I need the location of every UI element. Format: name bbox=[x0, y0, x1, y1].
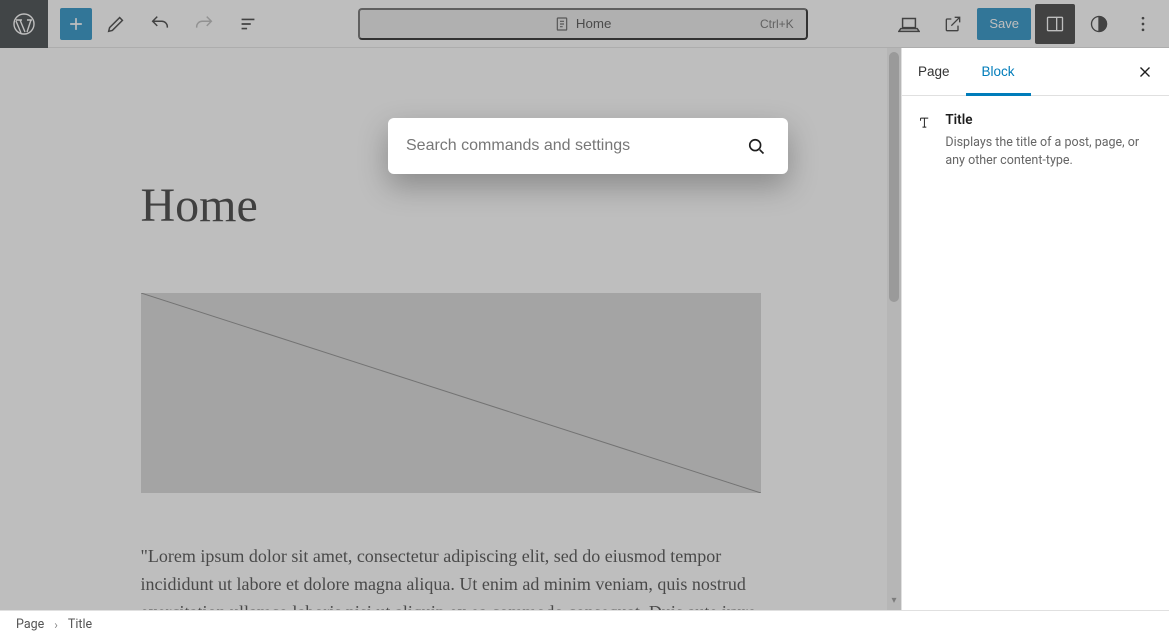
toolbar-center: Home Ctrl+K bbox=[276, 8, 889, 40]
sidebar-body: Title Displays the title of a post, page… bbox=[902, 96, 1169, 184]
sidebar-icon bbox=[1045, 14, 1065, 34]
redo-button[interactable] bbox=[184, 4, 224, 44]
external-link-icon bbox=[943, 14, 963, 34]
view-button[interactable] bbox=[889, 4, 929, 44]
contrast-icon bbox=[1089, 14, 1109, 34]
settings-sidebar-toggle[interactable] bbox=[1035, 4, 1075, 44]
document-bar[interactable]: Home Ctrl+K bbox=[358, 8, 808, 40]
redo-icon bbox=[193, 13, 215, 35]
top-toolbar: Home Ctrl+K Save bbox=[0, 0, 1169, 48]
tab-page[interactable]: Page bbox=[902, 48, 966, 95]
image-placeholder-block[interactable] bbox=[141, 293, 761, 493]
scrollbar-thumb[interactable] bbox=[889, 52, 899, 302]
sidebar-tabs: Page Block bbox=[902, 48, 1169, 96]
list-view-icon bbox=[237, 13, 259, 35]
toolbar-right: Save bbox=[889, 4, 1169, 44]
pencil-icon bbox=[105, 13, 127, 35]
undo-icon bbox=[149, 13, 171, 35]
document-title: Home bbox=[576, 16, 612, 31]
tab-block[interactable]: Block bbox=[966, 48, 1031, 95]
search-icon bbox=[746, 136, 766, 156]
save-button[interactable]: Save bbox=[977, 8, 1031, 40]
vertical-scrollbar[interactable]: ▾ bbox=[887, 48, 901, 610]
block-description: Displays the title of a post, page, or a… bbox=[945, 134, 1153, 170]
breadcrumb: Page › Title bbox=[0, 610, 1169, 638]
toolbar-left bbox=[0, 0, 276, 48]
shortcut-hint: Ctrl+K bbox=[760, 17, 794, 31]
device-icon bbox=[898, 13, 920, 35]
undo-button[interactable] bbox=[140, 4, 180, 44]
wordpress-logo-button[interactable] bbox=[0, 0, 48, 48]
wordpress-icon bbox=[12, 12, 36, 36]
command-palette bbox=[388, 118, 788, 174]
close-sidebar-button[interactable] bbox=[1125, 52, 1165, 92]
edit-tools-button[interactable] bbox=[96, 4, 136, 44]
more-options-button[interactable] bbox=[1123, 4, 1163, 44]
block-title: Title bbox=[945, 112, 1153, 128]
add-block-button[interactable] bbox=[60, 8, 92, 40]
breadcrumb-root[interactable]: Page bbox=[16, 617, 44, 632]
command-palette-search-button[interactable] bbox=[742, 132, 770, 160]
plus-icon bbox=[66, 14, 86, 34]
breadcrumb-current[interactable]: Title bbox=[68, 617, 92, 632]
chevron-right-icon: › bbox=[54, 618, 58, 632]
styles-button[interactable] bbox=[1079, 4, 1119, 44]
command-palette-input[interactable] bbox=[406, 137, 742, 155]
close-icon bbox=[1136, 63, 1154, 81]
page-icon bbox=[554, 16, 570, 32]
list-view-button[interactable] bbox=[228, 4, 268, 44]
settings-sidebar: Page Block Title Displays the title of a… bbox=[901, 48, 1169, 610]
scrollbar-down-arrow[interactable]: ▾ bbox=[887, 596, 901, 606]
open-external-button[interactable] bbox=[933, 4, 973, 44]
paragraph-block[interactable]: "Lorem ipsum dolor sit amet, consectetur… bbox=[141, 543, 761, 610]
placeholder-diagonal-icon bbox=[141, 293, 761, 493]
title-block-icon bbox=[918, 110, 933, 134]
page-title-block[interactable]: Home bbox=[141, 178, 761, 233]
kebab-icon bbox=[1133, 14, 1153, 34]
